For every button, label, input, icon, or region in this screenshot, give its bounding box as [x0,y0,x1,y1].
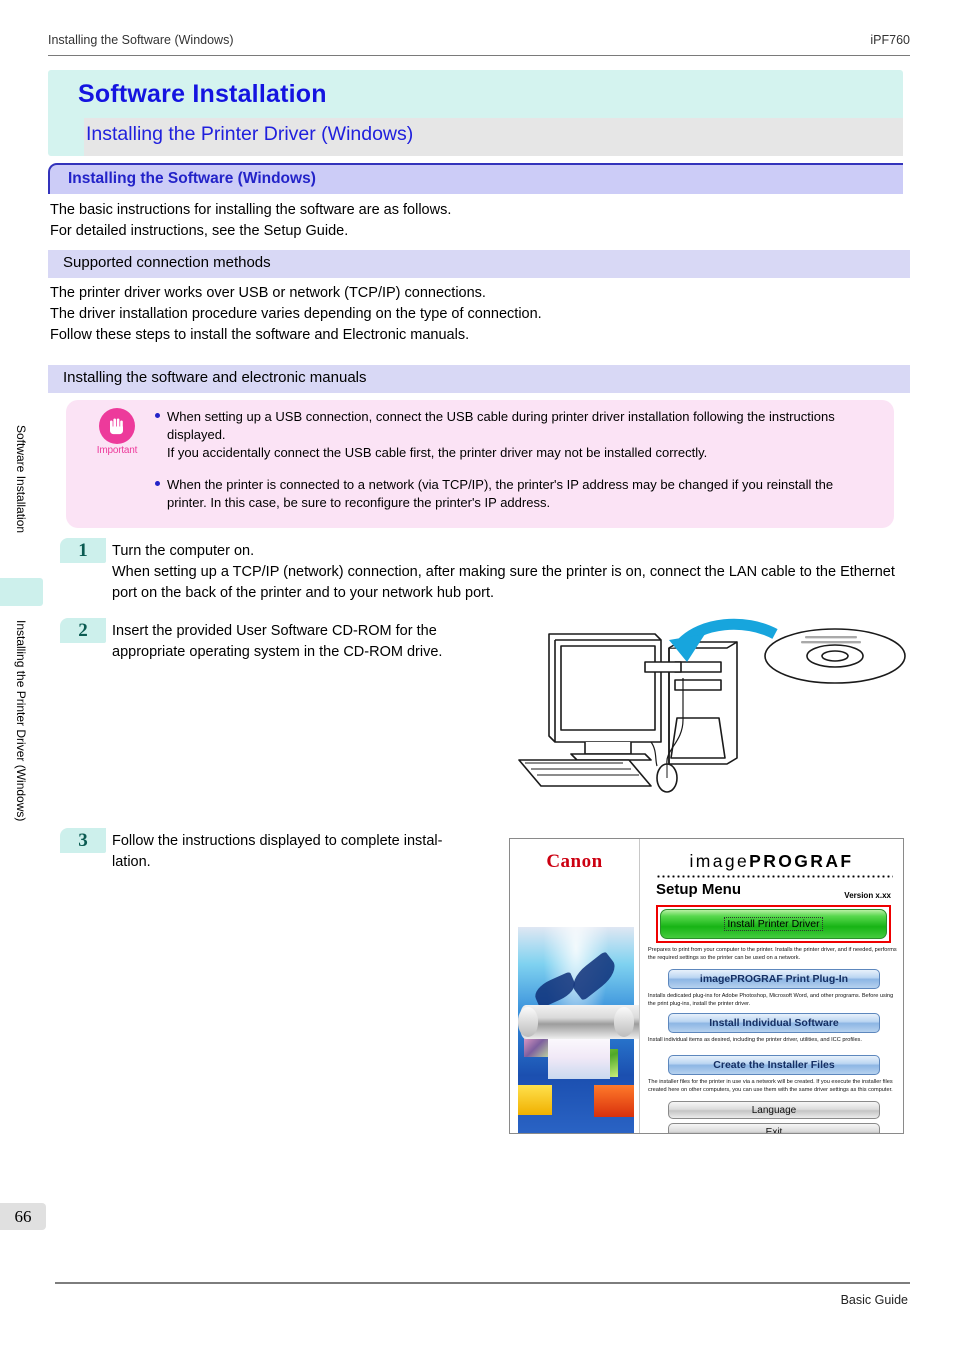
printer-roll-right [614,1007,634,1037]
section-heading-label: Installing the Software (Windows) [68,170,316,187]
header-divider [48,55,910,56]
install-printer-driver-highlight: Install Printer Driver [656,905,891,943]
print-plugin-button[interactable]: imagePROGRAF Print Plug-In [668,969,880,989]
divider-dots [656,875,893,878]
imageprograf-wordmark: imagePROGRAF [640,851,903,872]
sidebar-active-tab-marker[interactable] [0,578,43,606]
setup-menu-panel: imagePROGRAF Setup Menu Version x.xx Ins… [640,839,903,1133]
running-header-left: Installing the Software (Windows) [48,33,234,47]
language-label: Language [751,1104,797,1116]
setup-menu-banner: Canon [510,839,640,1133]
subsection-heading-label-2: Installing the software and electronic m… [63,369,367,386]
exit-label: Exit [765,1126,783,1134]
manual-page: Installing the Software (Windows) iPF760… [0,0,954,1348]
important-items-list: When setting up a USB connection, connec… [154,408,876,521]
intro-line-1: The basic instructions for installing th… [50,202,452,218]
supported-line-3: Follow these steps to install the softwa… [50,327,470,343]
section-heading: Installing the Software (Windows) [48,163,903,194]
subsection-heading-label-1: Supported connection methods [63,254,271,271]
footer-guide-name: Basic Guide [840,1293,908,1307]
important-icon-group: Important [86,408,148,456]
step-number-3: 3 [60,828,106,853]
intro-line-2: For detailed instructions, see the Setup… [50,223,349,239]
computer-cdrom-illustration [518,618,906,793]
subsection-heading-installing-software: Installing the software and electronic m… [48,365,910,393]
install-individual-software-description: Install individual items as desired, inc… [648,1037,862,1043]
step-text-1: Turn the computer on. When setting up a … [112,543,895,601]
hand-stop-icon [99,408,135,444]
dolphin-shape [531,971,579,1009]
important-note-box: Important When setting up a USB connecti… [66,400,894,528]
create-installer-files-label: Create the Installer Files [713,1059,835,1071]
create-installer-files-description: The installer files for the printer in u… [648,1079,893,1093]
important-item: When the printer is connected to a netwo… [154,476,876,512]
photo-swatch [518,1085,552,1115]
install-individual-software-button[interactable]: Install Individual Software [668,1013,880,1033]
setup-menu-screenshot: Canon imagePROGRAF Setup Menu Version x.… [509,838,904,1134]
supported-connections-paragraph: The printer driver works over USB or net… [50,283,910,346]
printer-roll-left [518,1007,538,1037]
page-title: Software Installation [78,80,327,108]
chapter-title-block: Software Installation Installing the Pri… [48,70,903,156]
printer-photo-illustration [518,927,639,1133]
install-printer-driver-label: Install Printer Driver [724,917,823,931]
print-plugin-label: imagePROGRAF Print Plug-In [699,973,849,985]
important-item: When setting up a USB connection, connec… [154,408,876,462]
install-printer-driver-button[interactable]: Install Printer Driver [660,909,887,939]
bullet-icon [155,413,160,418]
setup-menu-title: Setup Menu [656,881,741,898]
print-plugin-description: Installs dedicated plug-ins for Adobe Ph… [648,993,894,1007]
subsection-heading-supported-connections: Supported connection methods [48,250,910,278]
create-installer-files-button[interactable]: Create the Installer Files [668,1055,880,1075]
important-item-text-2: When the printer is connected to a netwo… [167,477,834,510]
step-text-2: Insert the provided User Software CD-ROM… [112,623,443,660]
setup-menu-version: Version x.xx [844,891,891,900]
page-number: 66 [0,1203,46,1230]
hand-stop-glyph [110,418,123,435]
page-subtitle: Installing the Printer Driver (Windows) [86,123,414,145]
exit-button[interactable]: Exit [668,1123,880,1134]
canon-logo: Canon [546,851,603,872]
step-text-3: Follow the instructions displayed to com… [112,833,443,870]
install-printer-driver-description: Prepares to print from your computer to … [648,947,897,961]
important-item-text-1: When setting up a USB connection, connec… [167,409,835,460]
wordmark-prograf: PROGRAF [749,851,854,871]
step-number-2: 2 [60,618,106,643]
install-individual-software-label: Install Individual Software [709,1017,839,1029]
intro-paragraph: The basic instructions for installing th… [50,200,910,242]
wordmark-image: image [689,851,750,871]
photo-swatch [594,1085,634,1117]
sidebar-item-software-installation[interactable]: Software Installation [14,425,28,533]
supported-line-2: The driver installation procedure varies… [50,306,542,322]
footer-divider [55,1282,910,1284]
bullet-icon [155,481,160,486]
supported-line-1: The printer driver works over USB or net… [50,285,486,301]
dolphin-shape [567,950,621,1002]
important-label: Important [96,445,138,456]
running-header-right: iPF760 [870,33,910,47]
sidebar-item-installing-printer-driver[interactable]: Installing the Printer Driver (Windows) [14,620,28,821]
step-number-1: 1 [60,538,106,563]
language-button[interactable]: Language [668,1101,880,1119]
running-header: Installing the Software (Windows) iPF760 [48,33,910,47]
